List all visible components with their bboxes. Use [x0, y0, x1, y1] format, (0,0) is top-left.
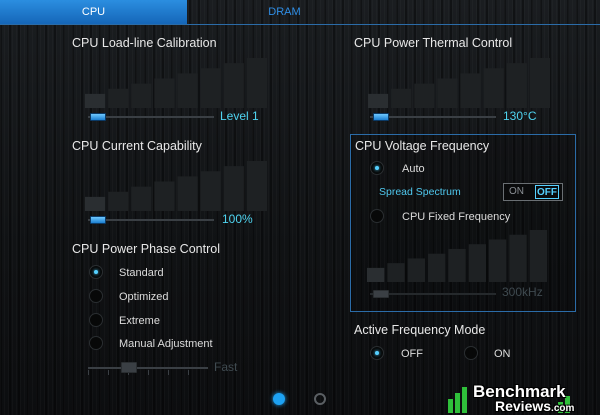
active-freq-off-radio[interactable]: [370, 346, 384, 360]
level-bar: [177, 176, 198, 211]
level-bar: [506, 63, 527, 108]
level-bar: [154, 78, 175, 108]
active-freq-on-radio[interactable]: [464, 346, 478, 360]
level-bar: [246, 58, 267, 108]
active-freq-title: Active Frequency Mode: [354, 323, 486, 337]
phase-standard-label: Standard: [119, 267, 164, 279]
phase-optimized-radio[interactable]: [89, 289, 103, 303]
phase-manual-label: Manual Adjustment: [119, 338, 213, 350]
loadline-level-bars: [85, 58, 267, 108]
level-bar: [223, 63, 244, 108]
page-dot-1[interactable]: [273, 393, 285, 405]
phase-manual-radio[interactable]: [89, 336, 103, 350]
level-bar: [529, 58, 550, 108]
level-bar: [246, 161, 267, 211]
level-bar: [368, 93, 389, 108]
level-bar: [85, 196, 106, 211]
thermal-title: CPU Power Thermal Control: [354, 36, 513, 50]
level-bar: [391, 88, 412, 108]
level-bar: [223, 166, 244, 211]
phase-slider-label: Fast: [214, 360, 238, 374]
level-bar: [509, 234, 527, 282]
voltage-fixed-radio[interactable]: [370, 209, 384, 223]
watermark-suffix: .com: [551, 403, 575, 414]
phase-extreme-radio[interactable]: [89, 313, 103, 327]
voltage-auto-radio[interactable]: [370, 161, 384, 175]
level-bar: [407, 258, 425, 282]
level-bar: [489, 239, 507, 282]
tab-cpu[interactable]: CPU: [0, 0, 187, 24]
level-bar: [200, 171, 221, 211]
phase-slider-ticks: [88, 370, 208, 375]
level-bar: [108, 88, 129, 108]
level-bar: [108, 191, 129, 211]
toggle-off-label[interactable]: OFF: [535, 185, 559, 199]
level-bar: [437, 78, 458, 108]
tab-bar: CPU DRAM: [0, 0, 600, 25]
page-dot-2[interactable]: [314, 393, 326, 405]
current-slider-track[interactable]: [88, 219, 214, 221]
toggle-on-label[interactable]: ON: [509, 186, 524, 197]
active-freq-off-label: OFF: [401, 348, 423, 360]
voltage-frequency-title: CPU Voltage Frequency: [355, 139, 490, 153]
level-bar: [367, 267, 385, 282]
level-bar: [483, 68, 504, 108]
level-bar: [428, 253, 446, 282]
loadline-slider-thumb[interactable]: [90, 113, 106, 121]
watermark-line2-text: Reviews: [495, 398, 552, 414]
level-bar: [85, 93, 106, 108]
phase-standard-radio[interactable]: [89, 265, 103, 279]
loadline-value: Level 1: [220, 109, 259, 123]
thermal-value: 130°C: [503, 109, 537, 123]
level-bar: [468, 244, 486, 282]
level-bar: [460, 73, 481, 108]
spread-spectrum-label: Spread Spectrum: [379, 186, 461, 198]
current-level-bars: [85, 161, 267, 211]
phase-slider-thumb[interactable]: [121, 362, 137, 373]
level-bar: [387, 263, 405, 282]
watermark-line2: Reviews.com: [495, 398, 574, 414]
thermal-level-bars: [368, 58, 550, 108]
voltage-fixed-label: CPU Fixed Frequency: [402, 211, 511, 223]
level-bar: [131, 186, 152, 211]
level-bar: [529, 230, 547, 282]
current-title: CPU Current Capability: [72, 139, 202, 153]
current-slider-thumb[interactable]: [90, 216, 106, 224]
level-bar: [154, 181, 175, 211]
level-bar: [131, 83, 152, 108]
phase-title: CPU Power Phase Control: [72, 242, 220, 256]
tab-dram[interactable]: DRAM: [187, 0, 382, 24]
phase-slider-track[interactable]: [88, 367, 208, 369]
current-value: 100%: [222, 212, 253, 226]
loadline-title: CPU Load-line Calibration: [72, 36, 217, 50]
voltage-level-bars: [367, 230, 547, 282]
voltage-auto-label: Auto: [402, 163, 425, 175]
active-freq-on-label: ON: [494, 348, 511, 360]
voltage-value: 300kHz: [502, 285, 543, 299]
level-bar: [177, 73, 198, 108]
spread-spectrum-toggle[interactable]: ON OFF: [503, 183, 563, 201]
level-bar: [448, 248, 466, 282]
thermal-slider-thumb[interactable]: [373, 113, 389, 121]
loadline-slider-track[interactable]: [88, 116, 214, 118]
phase-optimized-label: Optimized: [119, 291, 169, 303]
level-bar: [200, 68, 221, 108]
voltage-slider-thumb[interactable]: [373, 290, 389, 298]
phase-extreme-label: Extreme: [119, 315, 160, 327]
level-bar: [414, 83, 435, 108]
